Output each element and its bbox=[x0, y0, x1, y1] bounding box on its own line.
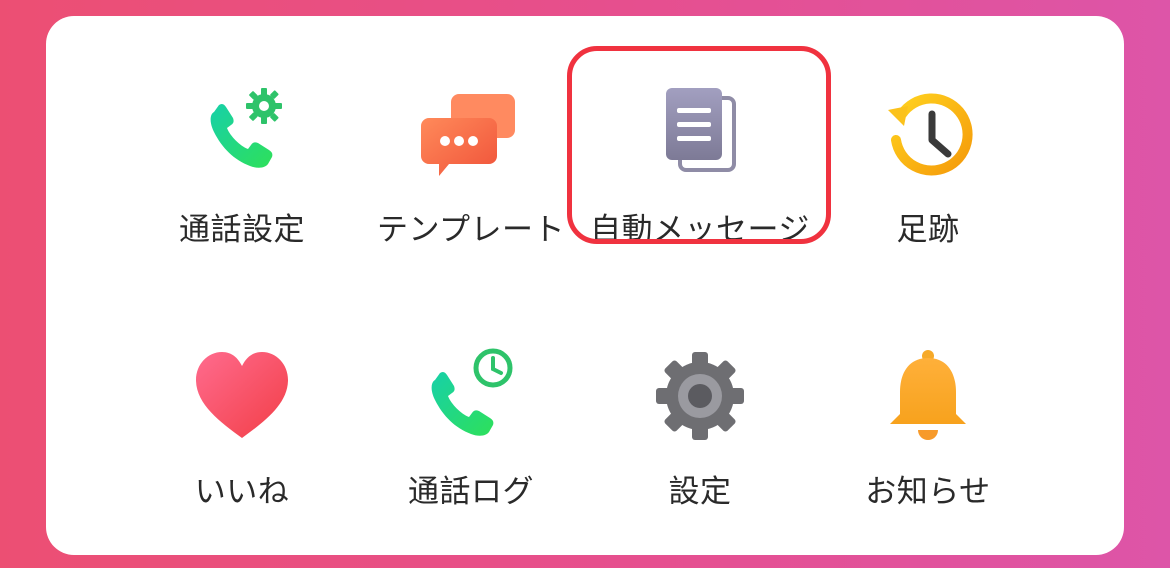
documents-icon bbox=[650, 84, 750, 184]
gear-icon bbox=[650, 346, 750, 446]
phone-clock-icon bbox=[421, 346, 521, 446]
menu-item-label: お知らせ bbox=[865, 474, 991, 510]
chat-bubbles-icon bbox=[421, 84, 521, 184]
bell-icon bbox=[878, 346, 978, 446]
history-clock-icon bbox=[878, 84, 978, 184]
menu-item-footprints[interactable]: 足跡 bbox=[808, 44, 1048, 274]
menu-item-call-log[interactable]: 通話ログ bbox=[351, 316, 591, 546]
menu-item-settings[interactable]: 設定 bbox=[580, 316, 820, 546]
menu-card: 通話設定 テンプレート 自動メッセージ 足跡 いいね 通話ログ 設定 お知らせ bbox=[46, 16, 1124, 555]
menu-item-notifications[interactable]: お知らせ bbox=[808, 316, 1048, 546]
menu-item-label: 足跡 bbox=[896, 212, 960, 248]
heart-icon bbox=[192, 346, 292, 446]
menu-item-likes[interactable]: いいね bbox=[122, 316, 362, 546]
phone-settings-icon bbox=[192, 84, 292, 184]
